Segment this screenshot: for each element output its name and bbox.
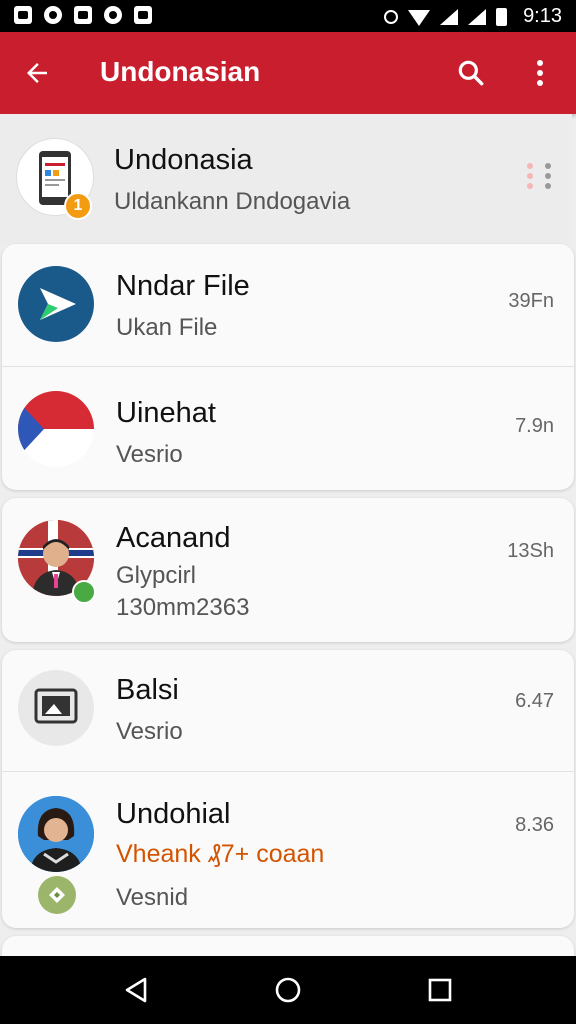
- item-subtitle: Uldankann Dndogavia: [114, 188, 351, 215]
- item-highlight-text: Vheank ₰7+ coaan: [116, 840, 325, 868]
- alarm-icon: [384, 9, 399, 24]
- item-title: Balsi: [116, 674, 179, 706]
- nav-recents-icon: [428, 978, 452, 1002]
- file-app-avatar: [18, 266, 94, 342]
- page-title: Undonasian: [100, 56, 261, 87]
- nav-back-icon: [125, 977, 147, 1003]
- item-title: Undohial: [116, 798, 231, 830]
- item-subtitle: Vesrio: [116, 718, 183, 745]
- conversation-list[interactable]: 1 Undonasia Uldankann Dndogavia Nndar Fi…: [0, 114, 576, 956]
- item-title: Acanand: [116, 522, 231, 554]
- item-title: Nndar File: [116, 270, 250, 302]
- item-meta: 7.9n: [515, 415, 554, 437]
- list-card: Nndar File Ukan File 39Fn Uinehat Vesrio…: [2, 244, 574, 490]
- flag-avatar: [18, 391, 94, 467]
- item-meta: 8.36: [515, 814, 554, 836]
- flag-icon: [18, 391, 94, 467]
- nav-recents-button[interactable]: [420, 970, 460, 1010]
- wifi-icon: [408, 9, 431, 26]
- search-icon: [458, 60, 484, 86]
- list-item[interactable]: Nndar File Ukan File 39Fn: [2, 244, 574, 366]
- online-badge-icon: [72, 580, 96, 604]
- mountain-icon: [74, 6, 92, 24]
- person-avatar: [18, 796, 94, 872]
- photo-icon: [14, 6, 32, 24]
- more-vert-icon: [527, 163, 551, 189]
- list-card: Balsi Vesrio 6.47 Undohial Vheank ₰7+ co…: [2, 650, 574, 928]
- item-subtitle: Vesnid: [116, 884, 189, 911]
- item-meta: 39Fn: [508, 290, 554, 312]
- battery-icon: [496, 7, 508, 26]
- chat-icon: [104, 6, 122, 24]
- person-photo-icon: [18, 796, 94, 872]
- search-button[interactable]: [450, 52, 492, 94]
- item-meta: 6.47: [515, 690, 554, 712]
- more-vert-icon: [537, 60, 543, 86]
- item-subtitle-secondary: 130mm2363: [116, 594, 250, 621]
- list-item[interactable]: Undohial Vheank ₰7+ coaan Vesnid 8.36: [2, 772, 574, 928]
- signal-icon: [440, 8, 459, 25]
- item-title: Undonasia: [114, 144, 253, 176]
- image-avatar: [18, 670, 94, 746]
- item-subtitle: Ukan File: [116, 314, 218, 341]
- list-card: Acanand Glypcirl 130mm2363 13Sh: [2, 498, 574, 642]
- status-bar: 9:13: [0, 0, 576, 32]
- item-subtitle: Vesrio: [116, 441, 183, 468]
- overflow-menu-button[interactable]: [522, 52, 558, 94]
- secondary-app-icon: [38, 876, 76, 914]
- list-item[interactable]: Balsi Vesrio 6.47: [2, 650, 574, 770]
- nav-home-icon: [275, 977, 301, 1003]
- item-title: Uinehat: [116, 397, 216, 429]
- navigation-bar: [0, 956, 576, 1024]
- arrow-left-icon: [27, 63, 47, 83]
- item-overflow-button[interactable]: [522, 158, 556, 198]
- send-arrow-icon: [40, 288, 76, 320]
- image-frame-icon: [34, 688, 78, 724]
- card-icon: [134, 6, 152, 24]
- list-card-partial: [2, 936, 574, 956]
- nav-home-button[interactable]: [268, 970, 308, 1010]
- app-bar: Undonasian: [0, 32, 576, 114]
- status-time: 9:13: [523, 5, 562, 27]
- list-item[interactable]: Uinehat Vesrio 7.9n: [2, 367, 574, 490]
- item-meta: 13Sh: [507, 540, 554, 562]
- status-system-icons: 9:13: [384, 5, 562, 28]
- nav-back-button[interactable]: [116, 970, 156, 1010]
- status-notification-icons: [14, 6, 152, 24]
- list-item[interactable]: 1 Undonasia Uldankann Dndogavia: [0, 114, 572, 244]
- unread-count-badge: 1: [64, 192, 92, 220]
- signal-icon: [468, 8, 487, 25]
- item-subtitle: Glypcirl: [116, 562, 197, 589]
- back-button[interactable]: [16, 52, 58, 94]
- blocked-icon: [44, 6, 62, 24]
- list-item[interactable]: Acanand Glypcirl 130mm2363 13Sh: [2, 498, 574, 642]
